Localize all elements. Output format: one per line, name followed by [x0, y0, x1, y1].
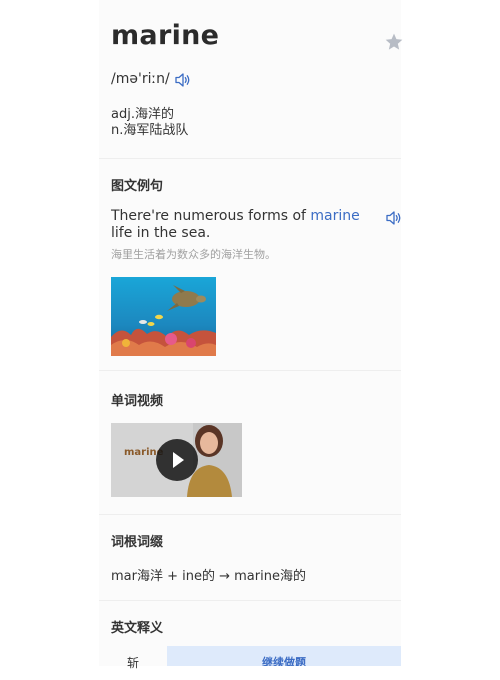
example-speaker-icon[interactable]	[386, 211, 402, 225]
example-translation: 海里生活着为数众多的海洋生物。	[111, 248, 276, 261]
root-affix-formula: mar海洋 + ine的 → marine海的	[111, 569, 306, 584]
divider	[99, 370, 401, 371]
example-text-after: life in the sea.	[111, 225, 211, 241]
example-image-sea-turtle[interactable]	[111, 277, 216, 356]
star-icon[interactable]	[384, 32, 404, 52]
definition-n: n.海军陆战队	[111, 123, 189, 138]
section-title-examples: 图文例句	[111, 179, 164, 194]
chop-button[interactable]: 斩	[99, 646, 167, 670]
section-title-video: 单词视频	[111, 394, 164, 409]
word-video-thumbnail[interactable]: marine	[111, 423, 242, 497]
definition-adj: adj.海洋的	[111, 107, 174, 122]
continue-button[interactable]: 继续做题	[167, 646, 401, 666]
section-title-english: 英文释义	[111, 621, 164, 636]
headword: marine	[111, 20, 220, 51]
phonetic: /mə'riːn/	[111, 71, 170, 87]
example-text-before: There're numerous forms of	[111, 208, 311, 224]
play-icon[interactable]	[156, 439, 198, 481]
divider	[99, 158, 401, 159]
speaker-icon[interactable]	[175, 73, 191, 87]
section-title-roots: 词根词缀	[111, 535, 164, 550]
divider	[99, 600, 401, 601]
divider	[99, 514, 401, 515]
example-highlight-word[interactable]: marine	[310, 208, 359, 224]
example-sentence: There're numerous forms of marine life i…	[111, 208, 373, 242]
